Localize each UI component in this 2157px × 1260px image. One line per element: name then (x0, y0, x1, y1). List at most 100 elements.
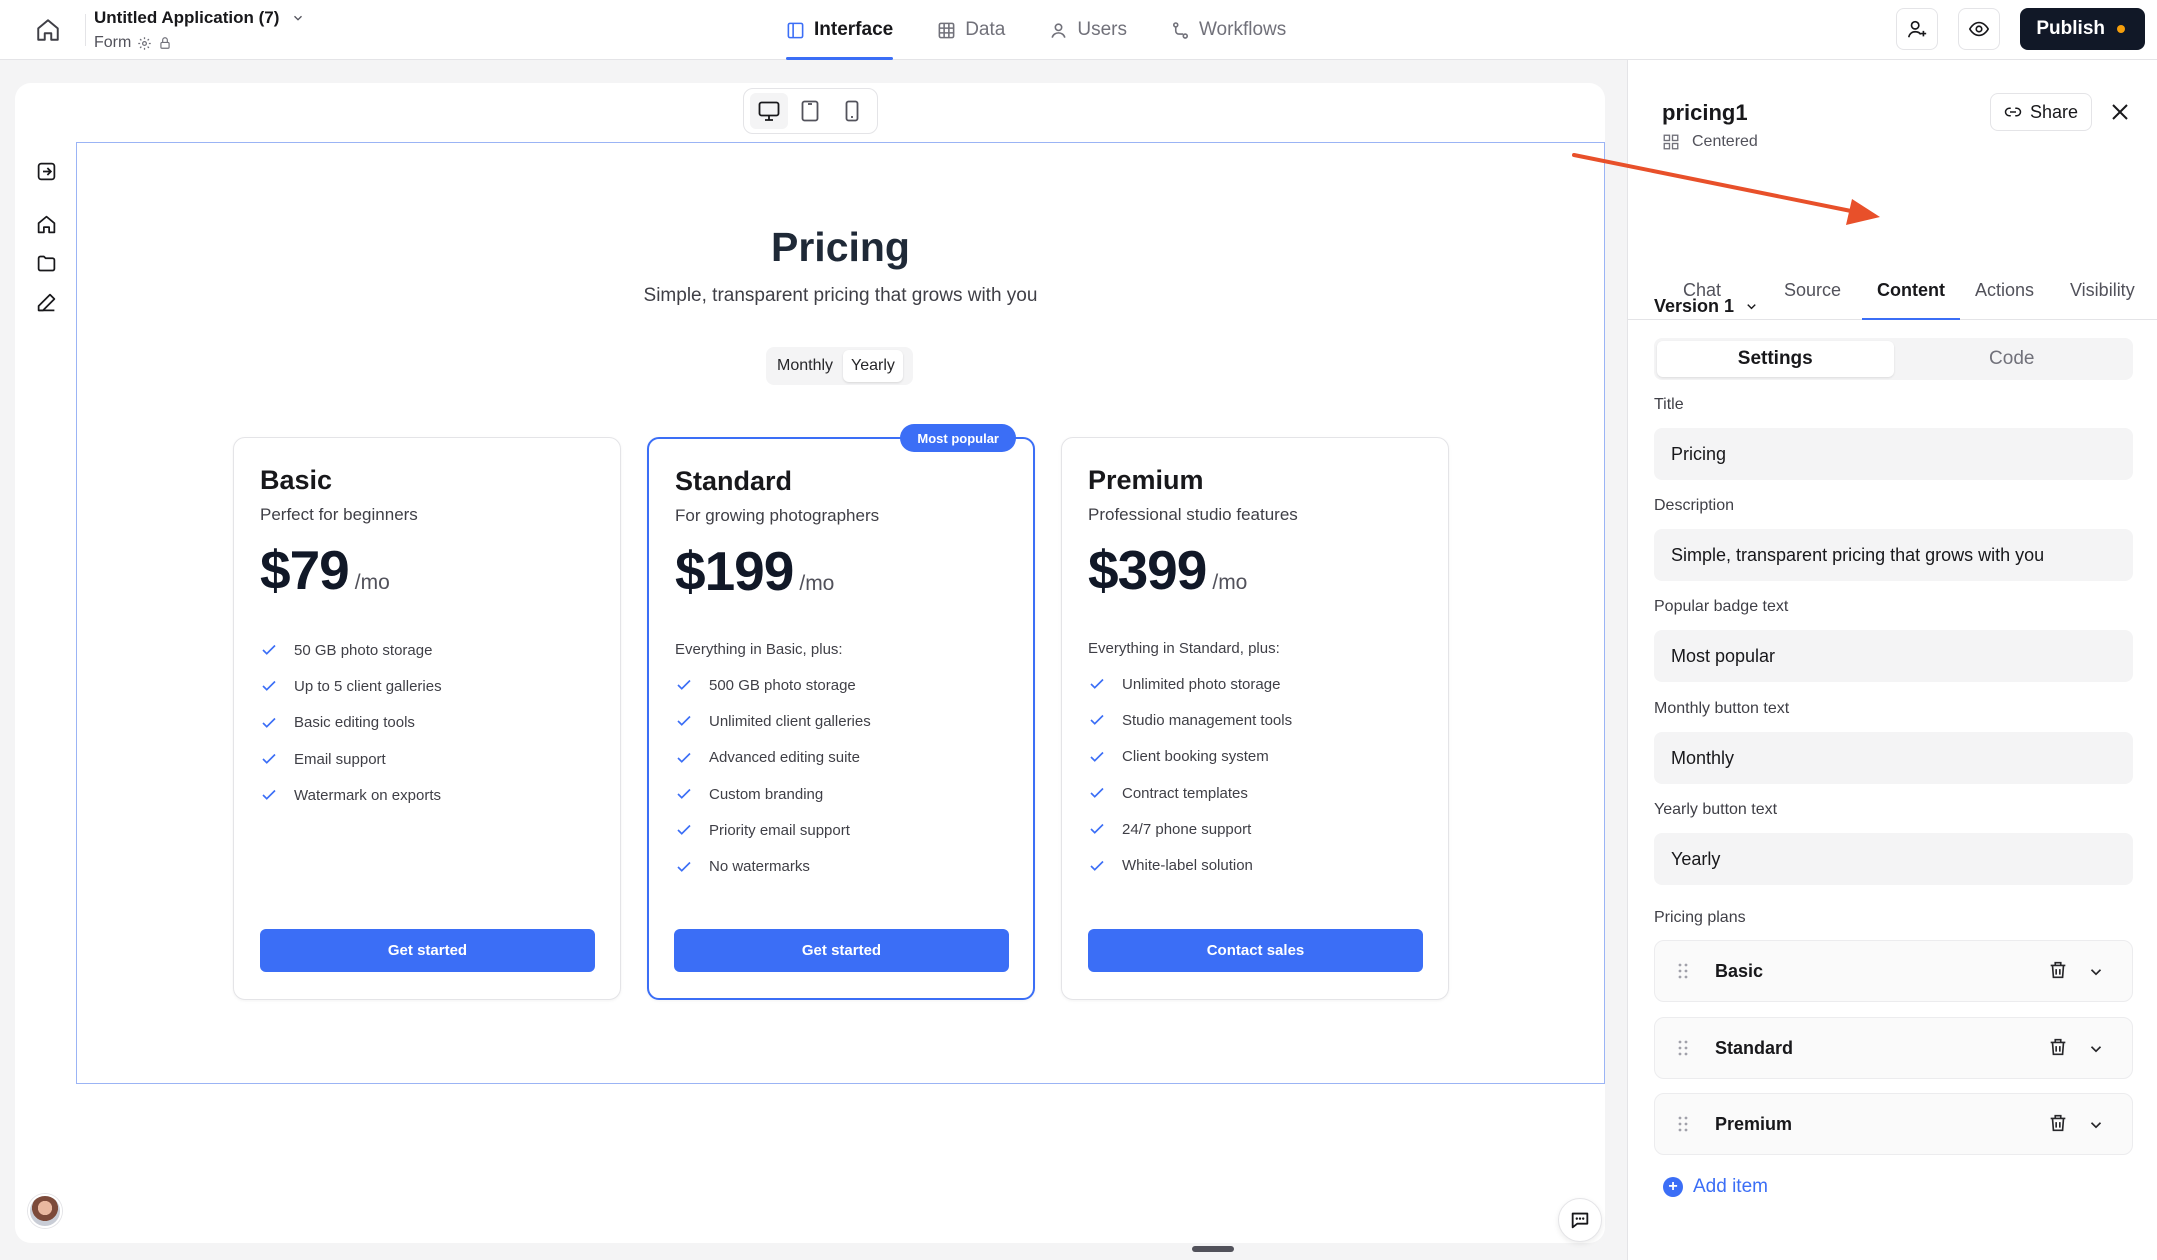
feature-item: Custom branding (675, 776, 871, 812)
plan-name: Basic (260, 465, 333, 495)
plan-item-basic[interactable]: Basic (1654, 940, 2133, 1002)
check-icon (1090, 860, 1104, 871)
feature-item: Up to 5 client galleries (260, 668, 442, 704)
settings-icon[interactable] (137, 36, 152, 51)
yearly-field-label: Yearly button text (1654, 801, 1778, 818)
check-icon (1090, 787, 1104, 798)
user-icon (1051, 22, 1066, 38)
tablet-view-button[interactable] (791, 93, 829, 129)
top-actions: Publish (1896, 8, 2145, 50)
check-icon (677, 680, 691, 691)
plan-tagline: Perfect for beginners (260, 505, 418, 524)
drag-handle-icon[interactable] (1677, 961, 1689, 981)
share-button[interactable]: Share (1990, 93, 2093, 131)
plan-intro: Everything in Basic, plus: (675, 641, 843, 658)
eye-icon (1969, 21, 1990, 37)
component-name: pricing1 (1662, 100, 1748, 125)
pricing-description: Simple, transparent pricing that grows w… (643, 285, 1038, 306)
user-plus-icon (1908, 20, 1927, 38)
add-item-button[interactable]: + Add item (1663, 1176, 1768, 1198)
feature-text: Unlimited photo storage (1122, 675, 1281, 693)
plan-item-standard[interactable]: Standard (1654, 1017, 2133, 1079)
chevron-down-icon[interactable] (2087, 1040, 2105, 1058)
trash-icon[interactable] (2047, 959, 2069, 981)
settings-tab[interactable]: Settings (1657, 341, 1894, 377)
check-icon (262, 681, 276, 692)
plan-price: $399 /mo (1088, 538, 1247, 602)
feature-item: Unlimited client galleries (675, 703, 871, 739)
pricing-card-premium: Premium Professional studio features $39… (1061, 437, 1449, 1000)
app-title-dropdown[interactable]: Untitled Application (7) (94, 8, 305, 28)
publish-status-dot (2117, 25, 2125, 33)
invite-user-button[interactable] (1896, 8, 1939, 50)
check-icon (262, 645, 276, 656)
feature-text: Email support (294, 750, 386, 768)
home-icon (37, 19, 59, 41)
tab-source[interactable]: Source (1769, 260, 1856, 320)
title-field[interactable]: Pricing (1654, 428, 2133, 480)
preview-button[interactable] (1958, 8, 2001, 50)
drag-handle-icon[interactable] (1677, 1038, 1689, 1058)
tab-actions[interactable]: Actions (1960, 260, 2049, 320)
yearly-text-field[interactable]: Yearly (1654, 833, 2133, 885)
tab-users[interactable]: Users (1049, 0, 1127, 60)
tab-interface[interactable]: Interface (786, 0, 894, 60)
tab-content[interactable]: Content (1862, 260, 1960, 320)
publish-button[interactable]: Publish (2020, 8, 2145, 50)
description-field[interactable]: Simple, transparent pricing that grows w… (1654, 529, 2133, 581)
get-started-button[interactable]: Get started (674, 929, 1009, 972)
table-icon (938, 22, 955, 38)
get-started-button[interactable]: Get started (260, 929, 595, 972)
files-button[interactable] (32, 249, 60, 277)
chevron-down-icon[interactable] (2087, 963, 2105, 981)
close-panel-button[interactable] (2104, 96, 2136, 128)
desktop-view-button[interactable] (749, 93, 788, 129)
feature-text: 24/7 phone support (1122, 820, 1252, 838)
pages-button[interactable] (32, 210, 60, 238)
mobile-view-button[interactable] (833, 93, 871, 129)
trash-icon[interactable] (2047, 1036, 2069, 1058)
resize-handle[interactable] (1192, 1246, 1234, 1252)
pricing-plans-label: Pricing plans (1654, 909, 1746, 926)
grid-icon (1663, 134, 1679, 150)
plan-item-label: Premium (1715, 1113, 1793, 1134)
trash-icon[interactable] (2047, 1112, 2069, 1134)
badge-text-field[interactable]: Most popular (1654, 630, 2133, 682)
edit-button[interactable] (32, 288, 60, 316)
feature-item: 500 GB photo storage (675, 667, 871, 703)
drag-handle-icon[interactable] (1677, 1114, 1689, 1134)
plan-item-premium[interactable]: Premium (1654, 1093, 2133, 1155)
smartphone-icon (845, 100, 859, 122)
tab-data[interactable]: Data (937, 0, 1005, 60)
contact-sales-button[interactable]: Contact sales (1088, 929, 1423, 972)
avatar[interactable] (28, 1194, 62, 1228)
tab-visibility[interactable]: Visibility (2055, 260, 2150, 320)
tab-label: Data (965, 19, 1006, 40)
monthly-toggle-button[interactable]: Monthly (769, 350, 841, 382)
tab-workflows[interactable]: Workflows (1171, 0, 1286, 60)
close-icon (2112, 104, 2128, 120)
pricing-card-basic: Basic Perfect for beginners $79 /mo 50 G… (233, 437, 621, 1000)
feature-item: Studio management tools (1088, 702, 1292, 738)
version-selector[interactable]: Version 1 (1654, 296, 1759, 317)
feature-item: 24/7 phone support (1088, 811, 1292, 847)
chevron-down-icon[interactable] (2087, 1116, 2105, 1134)
home-button[interactable] (30, 12, 66, 48)
settings-code-toggle: Settings Code (1654, 338, 2133, 380)
monthly-text-field[interactable]: Monthly (1654, 732, 2133, 784)
chat-button[interactable] (1558, 1198, 1602, 1242)
feature-text: White-label solution (1122, 857, 1253, 875)
arrow-right-square-icon (37, 162, 55, 180)
feature-text: Up to 5 client galleries (294, 677, 442, 695)
code-tab[interactable]: Code (1894, 341, 2131, 377)
plan-item-label: Basic (1715, 960, 1764, 981)
component-layout: Centered (1662, 133, 1758, 151)
exit-button[interactable] (32, 157, 60, 185)
feature-text: Studio management tools (1122, 711, 1293, 729)
feature-text: Watermark on exports (294, 786, 441, 804)
message-icon (1571, 1212, 1589, 1229)
device-switcher (743, 88, 878, 134)
feature-text: Unlimited client galleries (709, 712, 871, 730)
yearly-toggle-button[interactable]: Yearly (843, 350, 903, 382)
price-amount: $399 (1088, 539, 1207, 601)
